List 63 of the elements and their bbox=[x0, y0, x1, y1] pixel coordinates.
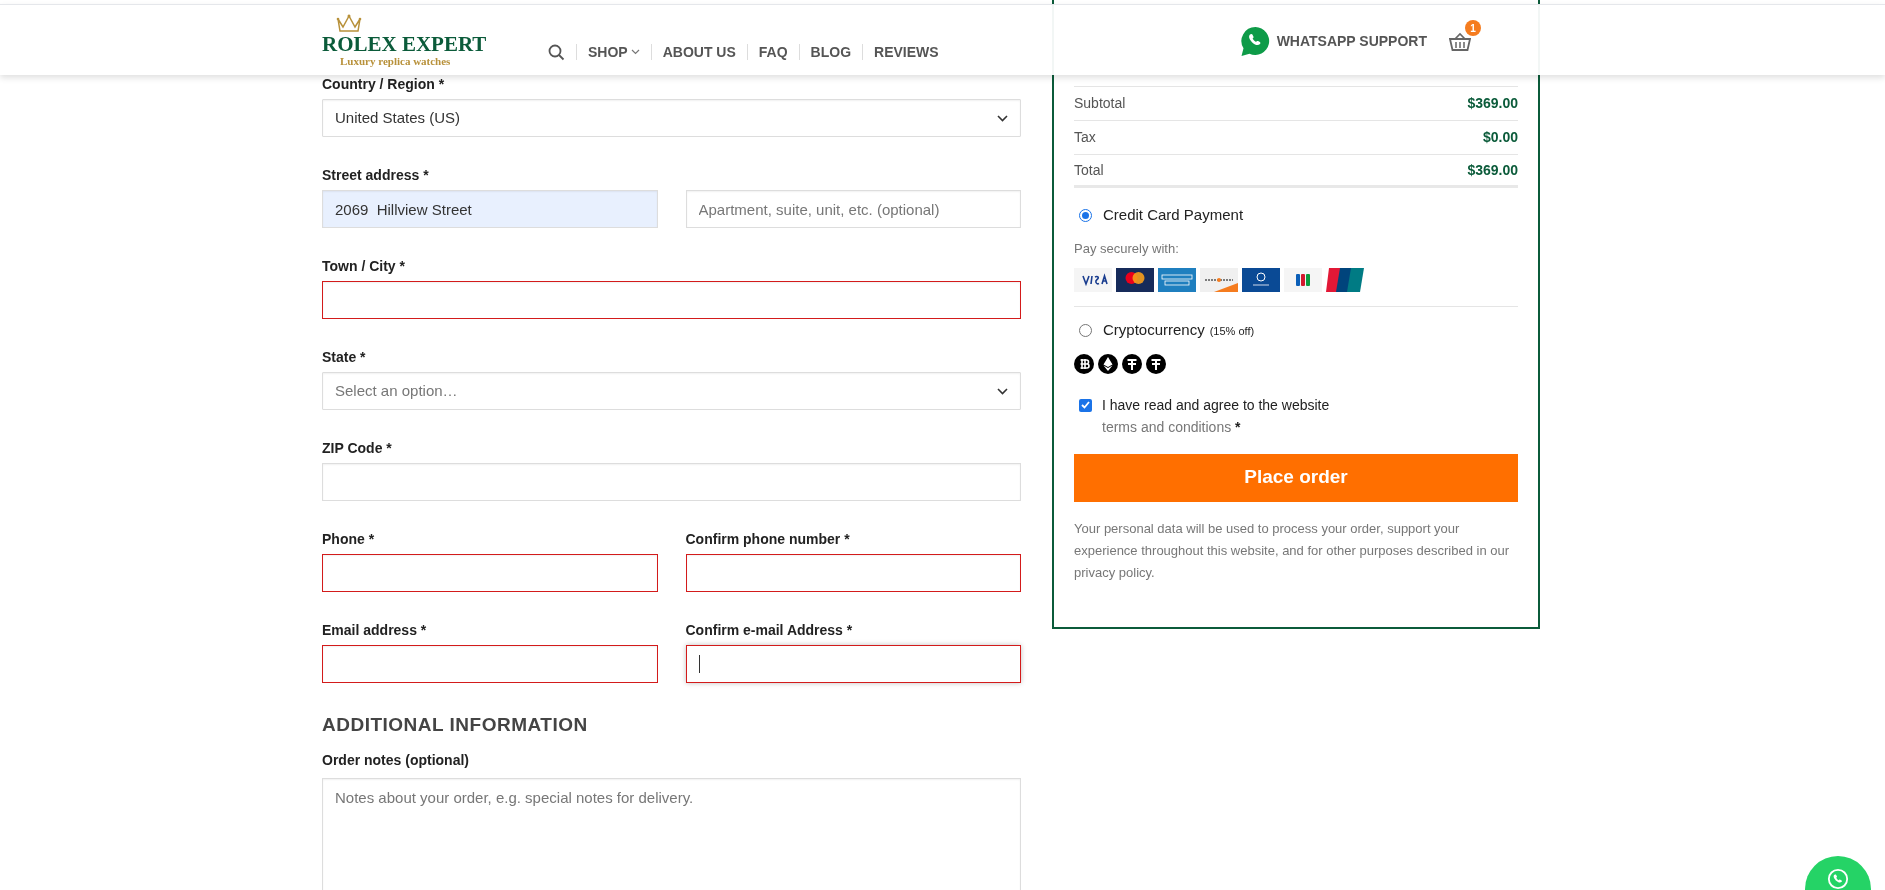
total-value: $0.00 bbox=[1482, 128, 1518, 147]
coin-icon bbox=[1122, 353, 1142, 374]
basket-icon bbox=[1449, 32, 1471, 52]
chevron-down-icon bbox=[630, 49, 640, 55]
input-field[interactable] bbox=[322, 645, 658, 683]
nav-link[interactable]: FAQ bbox=[758, 41, 788, 63]
card-logo-icon bbox=[1074, 268, 1112, 292]
coin-icon bbox=[1074, 353, 1094, 374]
input-field[interactable] bbox=[322, 281, 1021, 319]
checkbox[interactable] bbox=[1079, 398, 1092, 412]
field-label: Country / Region * bbox=[322, 75, 446, 93]
terms-link[interactable]: terms and conditions bbox=[1102, 418, 1232, 435]
card-logo-icon bbox=[1242, 268, 1280, 292]
input-field[interactable] bbox=[685, 554, 1021, 592]
input-field[interactable] bbox=[685, 645, 1021, 683]
card-logo-icon bbox=[1284, 268, 1322, 292]
field-label: Email address * bbox=[322, 621, 428, 639]
total-label: Subtotal bbox=[1074, 94, 1126, 113]
field-label: Phone * bbox=[322, 530, 376, 548]
field-label: State * bbox=[322, 348, 367, 366]
total-value: $369.00 bbox=[1467, 160, 1518, 180]
field-label: Confirm phone number * bbox=[685, 530, 851, 548]
total-label: Tax bbox=[1074, 128, 1096, 147]
card-logo-icon bbox=[1326, 268, 1364, 292]
field-label: Street address * bbox=[322, 166, 430, 184]
field-label: Order notes (optional) bbox=[322, 750, 470, 770]
card-logo-icon bbox=[1116, 268, 1154, 292]
nav-menu[interactable]: SHOP bbox=[588, 41, 640, 63]
crown-icon bbox=[336, 12, 362, 33]
total-label: Total bbox=[1074, 160, 1104, 180]
input-field[interactable]: 2069 Hillview Street bbox=[322, 190, 658, 228]
phone-icon bbox=[1827, 868, 1849, 890]
coin-icon bbox=[1146, 353, 1166, 374]
payment-option-label: Credit Card Payment bbox=[1103, 205, 1244, 225]
discount-note: (15% off) bbox=[1209, 323, 1255, 339]
terms-text: I have read and agree to the website terms and conditions * bbox=[1102, 395, 1331, 437]
notes-field[interactable]: Notes about your order, e.g. special notes for delivery. bbox=[322, 777, 1021, 890]
privacy-text: Your personal data will be used to process your order, support your experience throughout this website, and for other purposes described in our privacy policy. bbox=[1074, 519, 1511, 582]
total-value: $369.00 bbox=[1467, 94, 1518, 113]
coin-icon bbox=[1098, 353, 1118, 374]
card-logo-icon bbox=[1200, 268, 1238, 292]
select-field[interactable]: Select an option… bbox=[322, 372, 1021, 410]
nav-link[interactable]: BLOG bbox=[810, 41, 852, 63]
search-icon bbox=[548, 43, 565, 61]
payment-hint: Pay securely with: bbox=[1074, 239, 1180, 258]
chevron-down-icon bbox=[997, 114, 1008, 122]
nav-link[interactable]: ABOUT US bbox=[662, 41, 736, 63]
input-field[interactable] bbox=[322, 554, 658, 592]
chevron-down-icon bbox=[997, 387, 1008, 395]
whatsapp-support-link[interactable]: WHATSAPP SUPPORT bbox=[1239, 25, 1427, 57]
whatsapp-icon bbox=[1239, 25, 1271, 57]
select-field[interactable]: United States (US) bbox=[322, 99, 1021, 137]
section-heading: ADDITIONAL INFORMATION bbox=[322, 713, 589, 737]
payment-option-label: Cryptocurrency bbox=[1103, 320, 1205, 340]
field-label: Town / City * bbox=[322, 257, 406, 275]
logo-tagline: Luxury replica watches bbox=[340, 54, 451, 68]
card-logo-icon bbox=[1158, 268, 1196, 292]
field-label: ZIP Code * bbox=[322, 439, 393, 457]
search-button[interactable] bbox=[548, 43, 565, 61]
field-label: Confirm e-mail Address * bbox=[685, 621, 854, 639]
nav-link[interactable]: REVIEWS bbox=[874, 41, 939, 63]
logo-title[interactable]: ROLEX EXPERT bbox=[322, 32, 487, 55]
cart-count-badge: 1 bbox=[1465, 20, 1481, 36]
